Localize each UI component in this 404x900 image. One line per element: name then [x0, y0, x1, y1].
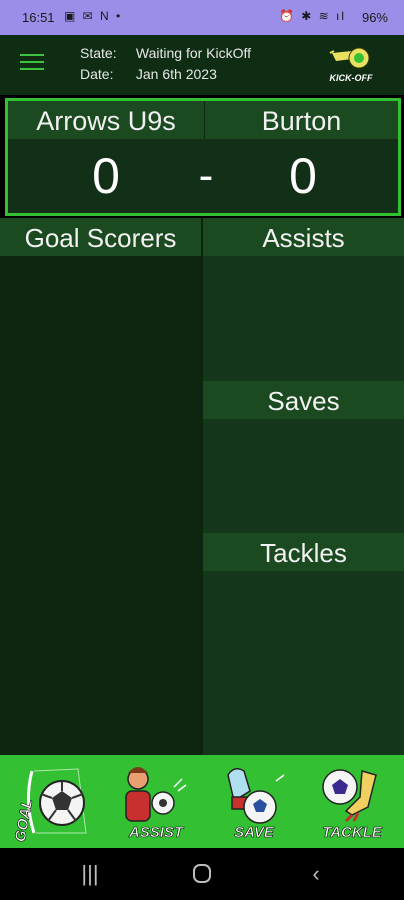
- tackle-boot-icon: [322, 769, 377, 823]
- assists-header: Assists: [203, 218, 404, 256]
- notification-icons: ▣ ✉ N •: [64, 9, 123, 23]
- system-icons: ⏰ ✱ ≋ ıl: [278, 9, 346, 23]
- goal-scorers-panel: Goal Scorers: [0, 218, 201, 755]
- tackle-button[interactable]: TACKLE: [312, 761, 392, 843]
- match-info: State: Waiting for KickOff Date: Jan 6th…: [80, 43, 251, 85]
- kickoff-label: KICK-OFF: [329, 73, 373, 83]
- stats-area: Goal Scorers Assists Saves Tackles: [0, 218, 404, 755]
- menu-icon[interactable]: [20, 54, 44, 72]
- saves-header: Saves: [203, 381, 404, 419]
- state-label: State:: [80, 45, 117, 61]
- kickoff-button[interactable]: KICK-OFF: [326, 43, 376, 85]
- state-value: Waiting for KickOff: [135, 45, 252, 61]
- assist-player-icon: [125, 767, 187, 822]
- score-separator: -: [198, 151, 214, 200]
- action-bar: GOAL ASSIST SAVE TACKLE: [0, 755, 404, 848]
- status-bar: 16:51 ▣ ✉ N • ⏰ ✱ ≋ ıl 96%: [0, 0, 404, 35]
- battery-level: 96%: [361, 10, 388, 25]
- assist-label: ASSIST: [128, 824, 184, 842]
- away-team-name: Burton: [205, 101, 398, 139]
- home-score: 0: [92, 148, 120, 204]
- date-label: Date:: [80, 66, 114, 82]
- tackle-label: TACKLE: [322, 824, 382, 842]
- right-stats-panel: Assists Saves Tackles: [203, 218, 404, 755]
- status-time: 16:51: [22, 10, 55, 25]
- away-score: 0: [289, 148, 317, 204]
- save-glove-icon: [227, 768, 285, 824]
- save-label: SAVE: [234, 824, 274, 842]
- app-bar: State: Waiting for KickOff Date: Jan 6th…: [0, 35, 404, 95]
- goal-scorers-header: Goal Scorers: [0, 218, 201, 256]
- save-button[interactable]: SAVE: [214, 761, 294, 843]
- scoreboard: Arrows U9s Burton 0 - 0: [5, 98, 401, 216]
- back-icon[interactable]: ‹: [296, 860, 336, 888]
- whistle-icon: [329, 47, 370, 69]
- home-icon[interactable]: [182, 860, 222, 888]
- tackles-header: Tackles: [203, 533, 404, 571]
- assist-button[interactable]: ASSIST: [116, 761, 196, 843]
- home-team-name: Arrows U9s: [8, 101, 204, 139]
- recent-apps-icon[interactable]: |||: [70, 860, 110, 888]
- goal-button[interactable]: GOAL: [12, 761, 100, 844]
- date-value: Jan 6th 2023: [135, 66, 217, 82]
- system-nav-bar: ||| ‹: [0, 848, 404, 900]
